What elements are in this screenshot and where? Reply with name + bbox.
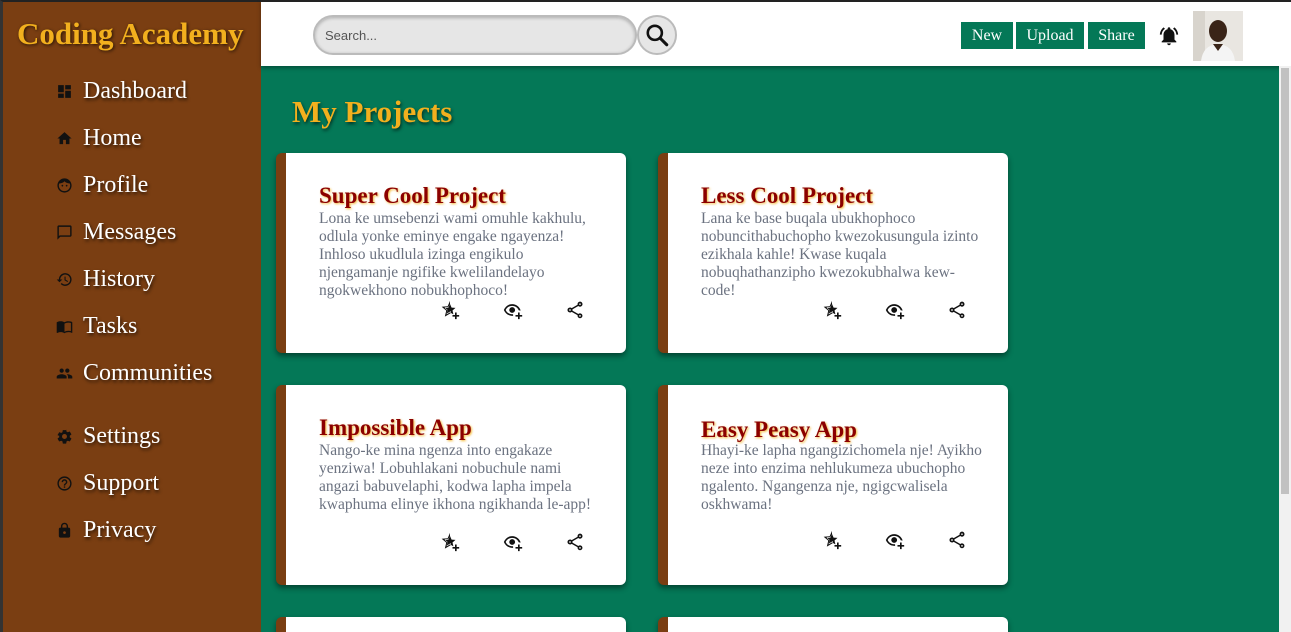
sidebar-item-dashboard[interactable]: Dashboard	[55, 74, 187, 108]
star-add-icon[interactable]	[439, 531, 461, 553]
new-button[interactable]: New	[961, 22, 1013, 49]
sidebar-item-label: Messages	[83, 218, 177, 245]
project-card[interactable]: Impossible App Nango-ke mina ngenza into…	[276, 385, 626, 585]
sidebar-item-label: Settings	[83, 422, 161, 449]
sidebar-item-support[interactable]: Support	[55, 466, 159, 500]
project-card[interactable]	[658, 617, 1008, 632]
group-icon	[55, 364, 73, 382]
profile-icon	[55, 176, 73, 194]
project-description: Nango-ke mina ngenza into engakaze yenzi…	[319, 442, 592, 513]
search-input[interactable]	[313, 15, 637, 55]
sidebar-item-messages[interactable]: Messages	[55, 215, 176, 249]
sidebar-item-privacy[interactable]: Privacy	[55, 513, 156, 547]
watch-add-icon[interactable]	[884, 529, 906, 551]
gear-icon	[55, 427, 73, 445]
sidebar-item-tasks[interactable]: Tasks	[55, 309, 137, 343]
watch-add-icon[interactable]	[884, 299, 906, 321]
message-icon	[55, 223, 73, 241]
sidebar-item-profile[interactable]: Profile	[55, 168, 148, 202]
sidebar-item-label: Privacy	[83, 516, 157, 543]
sidebar-item-label: Home	[83, 124, 142, 151]
share-icon[interactable]	[946, 299, 968, 321]
star-add-icon[interactable]	[821, 299, 843, 321]
search-button[interactable]	[637, 15, 677, 55]
search-icon	[646, 24, 669, 47]
home-icon	[55, 129, 73, 147]
page-title: My Projects	[292, 94, 453, 129]
book-icon	[55, 317, 73, 335]
dashboard-icon	[55, 82, 73, 100]
sidebar-item-communities[interactable]: Communities	[55, 356, 212, 390]
upload-button[interactable]: Upload	[1016, 22, 1084, 49]
project-title: Impossible App	[319, 415, 472, 440]
watch-add-icon[interactable]	[502, 531, 524, 553]
sidebar: Coding Academy Dashboard Home Profile Me…	[0, 0, 261, 632]
project-title: Less Cool Project	[701, 183, 874, 208]
notification-bell-icon[interactable]	[1158, 25, 1180, 47]
sidebar-item-label: Support	[83, 469, 160, 496]
project-card[interactable]: Less Cool Project Lana ke base buqala ub…	[658, 153, 1008, 353]
sidebar-item-label: Dashboard	[83, 77, 187, 104]
sidebar-item-label: Communities	[83, 359, 213, 386]
project-description: Lona ke umsebenzi wami omuhle kakhulu, o…	[319, 210, 586, 299]
project-card[interactable]	[276, 617, 626, 632]
star-add-icon[interactable]	[439, 299, 461, 321]
project-card[interactable]: Easy Peasy App Hhayi-ke lapha ngangizich…	[658, 385, 1008, 585]
project-title: Easy Peasy App	[701, 417, 857, 442]
star-add-icon[interactable]	[821, 529, 843, 551]
brand-title: Coding Academy	[17, 16, 244, 51]
project-description: Hhayi-ke lapha ngangizichomela nje! Ayik…	[701, 442, 982, 513]
avatar[interactable]	[1193, 11, 1243, 61]
share-icon[interactable]	[946, 529, 968, 551]
project-card[interactable]: Super Cool Project Lona ke umsebenzi wam…	[276, 153, 626, 353]
scroll-thumb[interactable]	[1281, 68, 1289, 494]
sidebar-item-home[interactable]: Home	[55, 121, 142, 155]
avatar-image	[1193, 11, 1243, 61]
project-title: Super Cool Project	[319, 183, 506, 208]
sidebar-item-settings[interactable]: Settings	[55, 419, 160, 453]
share-icon[interactable]	[564, 531, 586, 553]
sidebar-item-history[interactable]: History	[55, 262, 155, 296]
help-icon	[55, 474, 73, 492]
share-icon[interactable]	[564, 299, 586, 321]
top-bar: New Upload Share	[261, 0, 1291, 66]
sidebar-item-label: Profile	[83, 171, 149, 198]
share-button[interactable]: Share	[1088, 22, 1145, 49]
sidebar-item-label: Tasks	[83, 312, 138, 339]
lock-icon	[55, 521, 73, 539]
history-icon	[55, 270, 73, 288]
watch-add-icon[interactable]	[502, 299, 524, 321]
main-scrollbar[interactable]	[1279, 66, 1291, 632]
project-description: Lana ke base buqala ubukhophoco nobuncit…	[701, 210, 979, 299]
sidebar-item-label: History	[83, 265, 155, 292]
